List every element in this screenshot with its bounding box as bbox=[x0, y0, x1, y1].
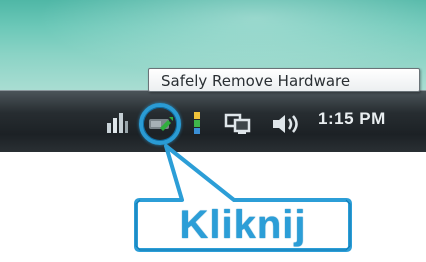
callout-label: Kliknij bbox=[179, 203, 307, 247]
